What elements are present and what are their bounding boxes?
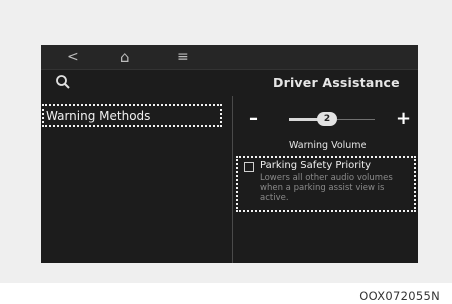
volume-knob[interactable]: 2 [317, 112, 337, 126]
parking-safety-priority-checkbox[interactable] [244, 162, 254, 172]
volume-label: Warning Volume [289, 140, 367, 151]
volume-stepper: – 2 + [241, 109, 415, 135]
screen-content-overlay: – 2 + Warning Volume Parking Safety Prio… [41, 45, 418, 263]
option-description: Lowers all other audio volumes when a pa… [260, 173, 393, 203]
volume-increase-button[interactable]: + [396, 109, 411, 129]
parking-safety-priority-option[interactable]: Parking Safety Priority Lowers all other… [236, 156, 416, 212]
volume-decrease-button[interactable]: – [249, 109, 258, 129]
figure-caption: OOX072055N [359, 289, 440, 303]
volume-track-empty[interactable] [337, 119, 375, 120]
option-label: Parking Safety Priority [260, 160, 372, 171]
figure-frame: < ⌂ ≡ Driver Assistance Warning Methods … [0, 0, 452, 283]
volume-track-filled[interactable] [289, 118, 319, 121]
